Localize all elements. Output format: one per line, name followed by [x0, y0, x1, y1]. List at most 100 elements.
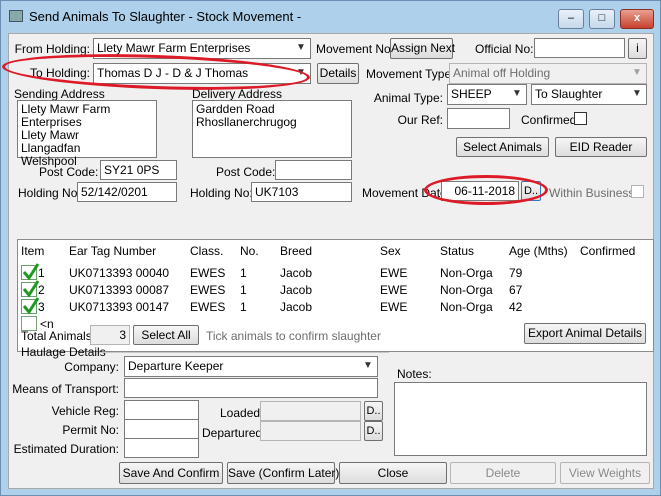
loaded-date-button[interactable]: D.. [364, 401, 383, 421]
official-no-input[interactable] [534, 38, 625, 58]
means-of-transport-input[interactable] [124, 378, 378, 398]
select-animals-button[interactable]: Select Animals [456, 137, 549, 157]
haulage-group-divider [99, 352, 389, 353]
grid-header-item[interactable]: Item [21, 244, 44, 258]
assign-next-button[interactable]: Assign Next [390, 38, 455, 59]
movement-type-select[interactable]: Animal off Holding ▼ [449, 63, 647, 84]
our-ref-label: Our Ref: [397, 113, 443, 127]
chevron-down-icon: ▼ [296, 42, 306, 53]
maximize-button[interactable]: □ [589, 9, 615, 29]
departured-input[interactable] [260, 421, 361, 441]
title-bar: Send Animals To Slaughter - Stock Moveme… [1, 1, 660, 33]
movement-type-value: Animal off Holding [453, 66, 551, 80]
destination-select[interactable]: To Slaughter ▼ [531, 84, 647, 105]
sending-post-code-input[interactable]: SY21 0PS [100, 160, 177, 180]
eid-reader-button[interactable]: EID Reader [555, 137, 647, 157]
grid-header-no[interactable]: No. [240, 244, 259, 258]
chevron-down-icon: ▼ [632, 67, 642, 78]
grid-header-sex[interactable]: Sex [380, 244, 401, 258]
from-holding-select[interactable]: Llety Mawr Farm Enterprises ▼ [93, 38, 311, 59]
sending-address-box[interactable]: Llety Mawr Farm Enterprises Llety Mawr L… [17, 100, 157, 168]
view-weights-button[interactable]: View Weights [560, 462, 650, 484]
grid-cell-item: 3 [38, 300, 45, 314]
estimated-duration-input[interactable] [124, 438, 199, 458]
loaded-input[interactable] [260, 401, 361, 421]
grid-cell-tag: UK0713393 00147 [69, 300, 170, 314]
grid-cell-status: Non-Orga [440, 300, 493, 314]
permit-no-input[interactable] [124, 419, 199, 439]
movement-date-input[interactable]: 06-11-2018 [441, 181, 519, 201]
form-body: From Holding: Llety Mawr Farm Enterprise… [8, 33, 654, 489]
haulage-details-label: Haulage Details [21, 345, 106, 359]
vehicle-reg-input[interactable] [124, 400, 199, 420]
within-business-checkbox[interactable] [631, 185, 644, 198]
from-holding-value: Llety Mawr Farm Enterprises [97, 41, 251, 55]
save-confirm-later-button[interactable]: Save (Confirm Later) [227, 462, 339, 484]
grid-cell-item: 1 [38, 266, 45, 280]
total-animals-label: Total Animals: [21, 329, 96, 343]
movement-date-picker-button[interactable]: D.. [521, 181, 541, 201]
grid-header-status[interactable]: Status [440, 244, 474, 258]
chevron-down-icon: ▼ [296, 67, 306, 78]
means-of-transport-label: Means of Transport: [12, 382, 119, 396]
grid-cell-sex: EWE [380, 283, 408, 297]
sending-address-label: Sending Address [14, 87, 105, 101]
animal-type-label: Animal Type: [373, 91, 443, 105]
close-button[interactable]: Close [339, 462, 447, 484]
to-holding-select[interactable]: Thomas D J - D & J Thomas ▼ [93, 63, 311, 84]
chevron-down-icon: ▼ [512, 88, 522, 99]
export-animal-details-button[interactable]: Export Animal Details [524, 323, 646, 344]
company-select[interactable]: Departure Keeper ▼ [124, 356, 378, 377]
grid-cell-sex: EWE [380, 300, 408, 314]
save-and-confirm-button[interactable]: Save And Confirm [119, 462, 223, 484]
animal-type-select[interactable]: SHEEP ▼ [447, 84, 527, 105]
sending-address-line: Llety Mawr Farm Enterprises [21, 102, 111, 129]
delivery-address-label: Delivery Address [192, 87, 283, 101]
grid-cell-age: 67 [509, 283, 523, 297]
grid-cell-no: 1 [240, 266, 247, 280]
departured-date-button[interactable]: D.. [364, 421, 383, 441]
delete-button[interactable]: Delete [450, 462, 556, 484]
grid-cell-sex: EWE [380, 266, 408, 280]
minimize-button[interactable]: – [558, 9, 584, 29]
movement-date-label: Movement Date: [362, 186, 451, 200]
delivery-address-line: Rhosllanerchrugog [196, 115, 297, 129]
from-holding-label: From Holding: [14, 42, 90, 56]
confirmed-checkbox[interactable] [574, 112, 587, 125]
company-value: Departure Keeper [128, 359, 224, 373]
grid-header-confirmed[interactable]: Confirmed [580, 244, 635, 258]
grid-cell-class: EWES [190, 283, 226, 297]
details-button[interactable]: Details [317, 63, 359, 84]
info-button[interactable]: i [628, 38, 647, 59]
row-confirm-checkbox[interactable] [21, 263, 40, 281]
notes-textarea[interactable] [394, 382, 647, 456]
row-confirm-checkbox[interactable] [21, 280, 40, 298]
grid-cell-no: 1 [240, 300, 247, 314]
grid-header-ear-tag[interactable]: Ear Tag Number [69, 244, 156, 258]
official-no-label: Official No: [475, 42, 534, 56]
movement-no-label: Movement No: [316, 42, 395, 56]
delivery-post-code-input[interactable] [275, 160, 352, 180]
chevron-down-icon: ▼ [632, 88, 642, 99]
permit-no-label: Permit No: [62, 423, 119, 437]
grid-header-class[interactable]: Class. [190, 244, 223, 258]
select-all-button[interactable]: Select All [133, 325, 199, 345]
sending-holding-no-input[interactable]: 52/142/0201 [77, 182, 177, 202]
loaded-label: Loaded: [220, 406, 264, 420]
grid-cell-age: 79 [509, 266, 523, 280]
grid-cell-breed: Jacob [280, 266, 313, 280]
grid-header-breed[interactable]: Breed [280, 244, 312, 258]
grid-cell-status: Non-Orga [440, 266, 493, 280]
our-ref-input[interactable] [447, 108, 510, 129]
grid-cell-tag: UK0713393 00087 [69, 283, 170, 297]
grid-cell-status: Non-Orga [440, 283, 493, 297]
delivery-address-box[interactable]: Gardden Road Rhosllanerchrugog [192, 100, 352, 158]
grid-header-age[interactable]: Age (Mths) [509, 244, 568, 258]
close-window-button[interactable]: x [620, 9, 654, 29]
grid-cell-breed: Jacob [280, 283, 313, 297]
app-window: Send Animals To Slaughter - Stock Moveme… [0, 0, 661, 496]
delivery-holding-no-input[interactable]: UK7103 [251, 182, 352, 202]
chevron-down-icon: ▼ [363, 360, 373, 371]
grid-cell-tag: UK0713393 00040 [69, 266, 170, 280]
row-confirm-checkbox[interactable] [21, 297, 40, 315]
